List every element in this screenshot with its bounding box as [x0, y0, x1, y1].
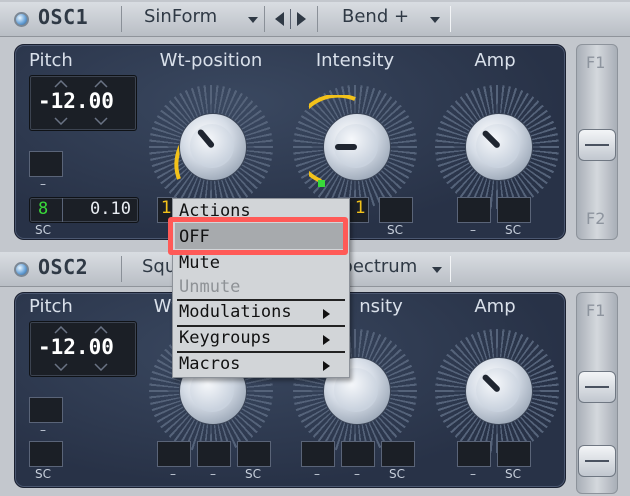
nav-divider [290, 9, 291, 29]
submenu-arrow-icon [323, 335, 330, 345]
osc2-amp-dash: – [470, 467, 476, 481]
osc2-sc-label: SC [35, 467, 51, 481]
menu-separator [177, 325, 345, 327]
osc1-amp-sc-label: SC [505, 223, 521, 237]
osc2-intensity-slot-1[interactable] [301, 441, 335, 467]
osc1-pitch-display[interactable]: -12.00 [29, 75, 137, 131]
osc1-nav-buttons [264, 6, 318, 32]
osc2-intensity-slot-3[interactable] [381, 441, 415, 467]
osc1-form-label: SinForm [144, 6, 218, 27]
osc1-wt-label: Wt-position [159, 50, 263, 71]
chevron-up-icon [94, 80, 108, 88]
osc2-wt-sc-label: SC [245, 467, 261, 481]
chevron-down-icon [54, 117, 68, 125]
osc2-pitch-label: Pitch [29, 296, 73, 317]
osc2-mod-slot[interactable] [29, 397, 63, 423]
osc1-mode-dropdown[interactable]: Bend + [317, 6, 451, 32]
osc1-fader-handle[interactable] [578, 129, 616, 161]
submenu-arrow-icon [323, 361, 330, 371]
menu-item-mute[interactable]: Mute [179, 253, 220, 273]
osc1-intensity-partial: 1 [355, 198, 366, 218]
handle-grip [585, 386, 609, 388]
triangle-right-icon[interactable] [297, 12, 307, 26]
chevron-down-icon [94, 363, 108, 371]
osc1-header: OSC1 SinForm Bend + [0, 2, 630, 37]
osc2-title: OSC2 [38, 255, 89, 279]
osc2-wt-dash-1: – [170, 467, 176, 481]
osc1-amp-dash: – [470, 223, 476, 237]
osc1-pitch-label: Pitch [29, 50, 73, 71]
osc2-intensity-label: nsity [359, 296, 403, 317]
chevron-down-icon [94, 117, 108, 125]
osc1-intensity-knob[interactable] [323, 113, 391, 181]
osc1-filter-fader[interactable]: F1 F2 [576, 44, 618, 240]
chevron-up-icon [94, 326, 108, 334]
osc1-wt-partial: 1 [161, 198, 172, 218]
menu-item-modulations[interactable]: Modulations [179, 302, 292, 322]
osc2-filter-fader[interactable]: F1 [576, 292, 618, 494]
osc2-intensity-dash-1: – [314, 467, 320, 481]
chevron-up-icon [54, 326, 68, 334]
osc1-fine-value: 0.10 [90, 199, 131, 219]
osc2-intensity-dash-2: – [354, 467, 360, 481]
osc1-sc-label: SC [35, 223, 51, 237]
osc2-intensity-sc-label: SC [389, 467, 405, 481]
menu-item-keygroups[interactable]: Keygroups [179, 328, 271, 348]
osc2-power-led[interactable] [14, 262, 29, 277]
osc1-intensity-sc-label: SC [387, 223, 403, 237]
menu-separator [177, 299, 345, 301]
triangle-left-icon[interactable] [275, 12, 285, 26]
osc1-green-value: 8 [38, 199, 49, 219]
osc1-pitch-value: -12.00 [38, 89, 114, 113]
osc1-title: OSC1 [38, 5, 89, 29]
osc2-wt-slot-1[interactable] [157, 441, 191, 467]
osc2-intensity-slot-2[interactable] [341, 441, 375, 467]
highlight-annotation-frame [168, 217, 348, 255]
box-divider [62, 198, 63, 222]
chevron-down-icon [54, 363, 68, 371]
osc2-amp-sc-label: SC [505, 467, 521, 481]
osc2-dash: – [40, 423, 46, 437]
osc2-wt-slot-2[interactable] [197, 441, 231, 467]
menu-separator [177, 351, 345, 353]
osc1-amp-slot-1[interactable] [457, 197, 491, 223]
menu-item-macros[interactable]: Macros [179, 354, 240, 374]
osc1-f2-label: F2 [586, 209, 606, 228]
chevron-up-icon [54, 80, 68, 88]
chevron-down-icon [432, 267, 442, 273]
osc1-mode-label: Bend + [342, 6, 410, 27]
osc2-keytrack-slot[interactable] [29, 441, 63, 467]
osc1-power-led[interactable] [14, 12, 29, 27]
osc1-intensity-sc-slot[interactable] [379, 197, 413, 223]
osc2-fader-handle[interactable] [578, 371, 616, 403]
osc2-wt-dash-2: – [210, 467, 216, 481]
osc2-amp-slot-1[interactable] [457, 441, 491, 467]
osc2-pitch-value: -12.00 [38, 335, 114, 359]
osc1-amp-slot-2[interactable] [497, 197, 531, 223]
osc2-fader-handle-2[interactable] [578, 445, 616, 477]
handle-grip [585, 144, 609, 146]
osc1-amp-label: Amp [474, 50, 516, 71]
knob-pointer [335, 144, 357, 150]
chevron-down-icon [248, 17, 258, 23]
osc2-amp-knob[interactable] [465, 357, 533, 425]
osc1-mod-slot[interactable] [29, 151, 63, 177]
osc1-f1-label: F1 [586, 53, 606, 72]
submenu-arrow-icon [323, 309, 330, 319]
osc2-amp-slot-2[interactable] [497, 441, 531, 467]
osc1-intensity-label: Intensity [315, 50, 395, 71]
osc1-dash: – [40, 177, 46, 191]
osc1-form-dropdown[interactable]: SinForm [121, 6, 265, 32]
osc2-f1-label: F1 [586, 301, 606, 320]
osc1-keytrack-box[interactable]: 8 0.10 [29, 197, 139, 223]
chevron-down-icon [430, 17, 440, 23]
handle-grip [585, 460, 609, 462]
osc1-amp-knob[interactable] [465, 113, 533, 181]
osc2-pitch-display[interactable]: -12.00 [29, 321, 137, 377]
osc2-wt-slot-3[interactable] [237, 441, 271, 467]
osc1-wt-knob[interactable] [179, 113, 247, 181]
osc2-amp-label: Amp [474, 296, 516, 317]
menu-item-unmute: Unmute [179, 277, 241, 297]
